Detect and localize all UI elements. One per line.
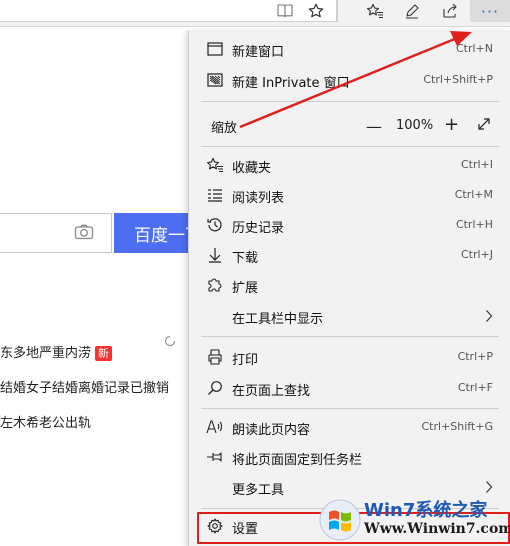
menu-divider bbox=[201, 146, 499, 147]
hot-item[interactable]: 东多地严重内涝新 bbox=[0, 342, 113, 361]
zoom-out-button[interactable]: — bbox=[366, 117, 382, 136]
favorite-star-icon[interactable] bbox=[303, 0, 329, 22]
menu-item-show-in-toolbar[interactable]: 在工具栏中显示 bbox=[189, 301, 510, 331]
menu-item-label: 将此页面固定到任务栏 bbox=[232, 453, 363, 468]
new-badge: 新 bbox=[95, 346, 113, 361]
hot-item-text: 左木希老公出轨 bbox=[0, 416, 92, 431]
hot-item-text: 结婚女子结婚离婚记录已撤销 bbox=[0, 381, 170, 396]
menu-item-extensions[interactable]: 扩展 bbox=[189, 270, 510, 300]
history-icon bbox=[206, 217, 224, 233]
menu-item-shortcut: Ctrl+Shift+P bbox=[423, 73, 493, 86]
hot-item[interactable]: 结婚女子结婚离婚记录已撤销 bbox=[0, 377, 169, 396]
reading-list-icon bbox=[206, 187, 224, 203]
browser-toolbar: ··· bbox=[0, 0, 510, 27]
menu-item-zoom: 缩放 — 100% + bbox=[189, 110, 510, 140]
menu-divider bbox=[201, 408, 499, 409]
menu-item-label: 在工具栏中显示 bbox=[232, 312, 324, 327]
menu-item-label: 新建窗口 bbox=[232, 45, 285, 60]
pen-icon[interactable] bbox=[399, 0, 425, 22]
inprivate-icon bbox=[206, 72, 224, 88]
search-button[interactable]: 百度一下 bbox=[114, 213, 188, 253]
menu-item-find[interactable]: 在页面上查找 Ctrl+F bbox=[189, 373, 510, 403]
menu-item-label: 历史记录 bbox=[232, 221, 285, 236]
menu-item-shortcut: Ctrl+H bbox=[455, 218, 493, 231]
menu-item-label: 阅读列表 bbox=[232, 191, 285, 206]
menu-item-label: 收藏夹 bbox=[232, 161, 272, 176]
menu-item-label: 在页面上查找 bbox=[232, 384, 311, 399]
pin-icon bbox=[206, 449, 224, 465]
fullscreen-icon[interactable] bbox=[477, 117, 491, 135]
menu-item-shortcut: Ctrl+P bbox=[457, 350, 493, 363]
favorites-icon bbox=[206, 157, 224, 173]
menu-item-label: 打印 bbox=[232, 353, 259, 368]
menu-item-shortcut: Ctrl+J bbox=[460, 248, 493, 261]
menu-divider bbox=[201, 336, 499, 337]
zoom-in-button[interactable]: + bbox=[444, 114, 459, 135]
menu-item-label: 扩展 bbox=[232, 281, 259, 296]
chevron-right-icon bbox=[485, 309, 493, 327]
menu-item-downloads[interactable]: 下载 Ctrl+J bbox=[189, 240, 510, 270]
menu-item-new-inprivate[interactable]: 新建 InPrivate 窗口 Ctrl+Shift+P bbox=[189, 65, 510, 95]
hot-item-text: 东多地严重内涝 bbox=[0, 346, 92, 361]
menu-item-print[interactable]: 打印 Ctrl+P bbox=[189, 342, 510, 372]
read-aloud-icon bbox=[206, 419, 224, 435]
settings-more-menu: 新建窗口 Ctrl+N 新建 InPrivate 窗口 Ctrl+Shift+P… bbox=[188, 30, 510, 546]
menu-item-shortcut: Ctrl+I bbox=[460, 158, 493, 171]
menu-item-shortcut: Ctrl+M bbox=[454, 188, 493, 201]
browser-window: ··· 百度一下 东多地严重内涝新 结婚女子结婚离婚记录已撤销 左木希老公出轨 … bbox=[0, 0, 510, 546]
watermark-url: Www.Winwin7.com bbox=[364, 521, 510, 537]
menu-item-label: 新建 InPrivate 窗口 bbox=[232, 76, 350, 91]
menu-item-label: 下载 bbox=[232, 251, 259, 266]
menu-item-favorites[interactable]: 收藏夹 Ctrl+I bbox=[189, 150, 510, 180]
search-icon bbox=[206, 380, 224, 396]
puzzle-icon bbox=[206, 277, 224, 293]
favorites-hub-icon[interactable] bbox=[362, 0, 388, 22]
zoom-level: 100% bbox=[396, 118, 434, 133]
window-icon bbox=[206, 41, 224, 57]
menu-item-new-window[interactable]: 新建窗口 Ctrl+N bbox=[189, 34, 510, 64]
menu-item-shortcut: Ctrl+F bbox=[457, 381, 493, 394]
reading-view-icon[interactable] bbox=[274, 0, 296, 22]
search-input[interactable] bbox=[0, 213, 112, 253]
menu-divider bbox=[201, 101, 499, 102]
hot-item[interactable]: 左木希老公出轨 bbox=[0, 412, 91, 431]
windows-logo-icon bbox=[319, 499, 361, 541]
download-icon bbox=[206, 247, 224, 263]
share-icon[interactable] bbox=[437, 0, 463, 22]
refresh-icon[interactable] bbox=[163, 334, 177, 352]
printer-icon bbox=[206, 349, 224, 365]
more-icon[interactable]: ··· bbox=[470, 0, 510, 22]
menu-item-shortcut: Ctrl+N bbox=[455, 42, 493, 55]
watermark-title: Win7系统之家 bbox=[364, 500, 488, 521]
menu-item-read-aloud[interactable]: 朗读此页内容 Ctrl+Shift+G bbox=[189, 412, 510, 442]
menu-item-label: 朗读此页内容 bbox=[232, 423, 311, 438]
menu-item-label: 缩放 bbox=[211, 121, 238, 136]
menu-item-shortcut: Ctrl+Shift+G bbox=[421, 420, 493, 433]
menu-item-label: 更多工具 bbox=[232, 483, 285, 498]
camera-icon[interactable] bbox=[74, 224, 94, 244]
menu-item-pin-taskbar[interactable]: 将此页面固定到任务栏 bbox=[189, 442, 510, 472]
watermark: Win7系统之家 Www.Winwin7.com bbox=[318, 496, 510, 546]
menu-item-reading-list[interactable]: 阅读列表 Ctrl+M bbox=[189, 180, 510, 210]
menu-item-history[interactable]: 历史记录 Ctrl+H bbox=[189, 210, 510, 240]
